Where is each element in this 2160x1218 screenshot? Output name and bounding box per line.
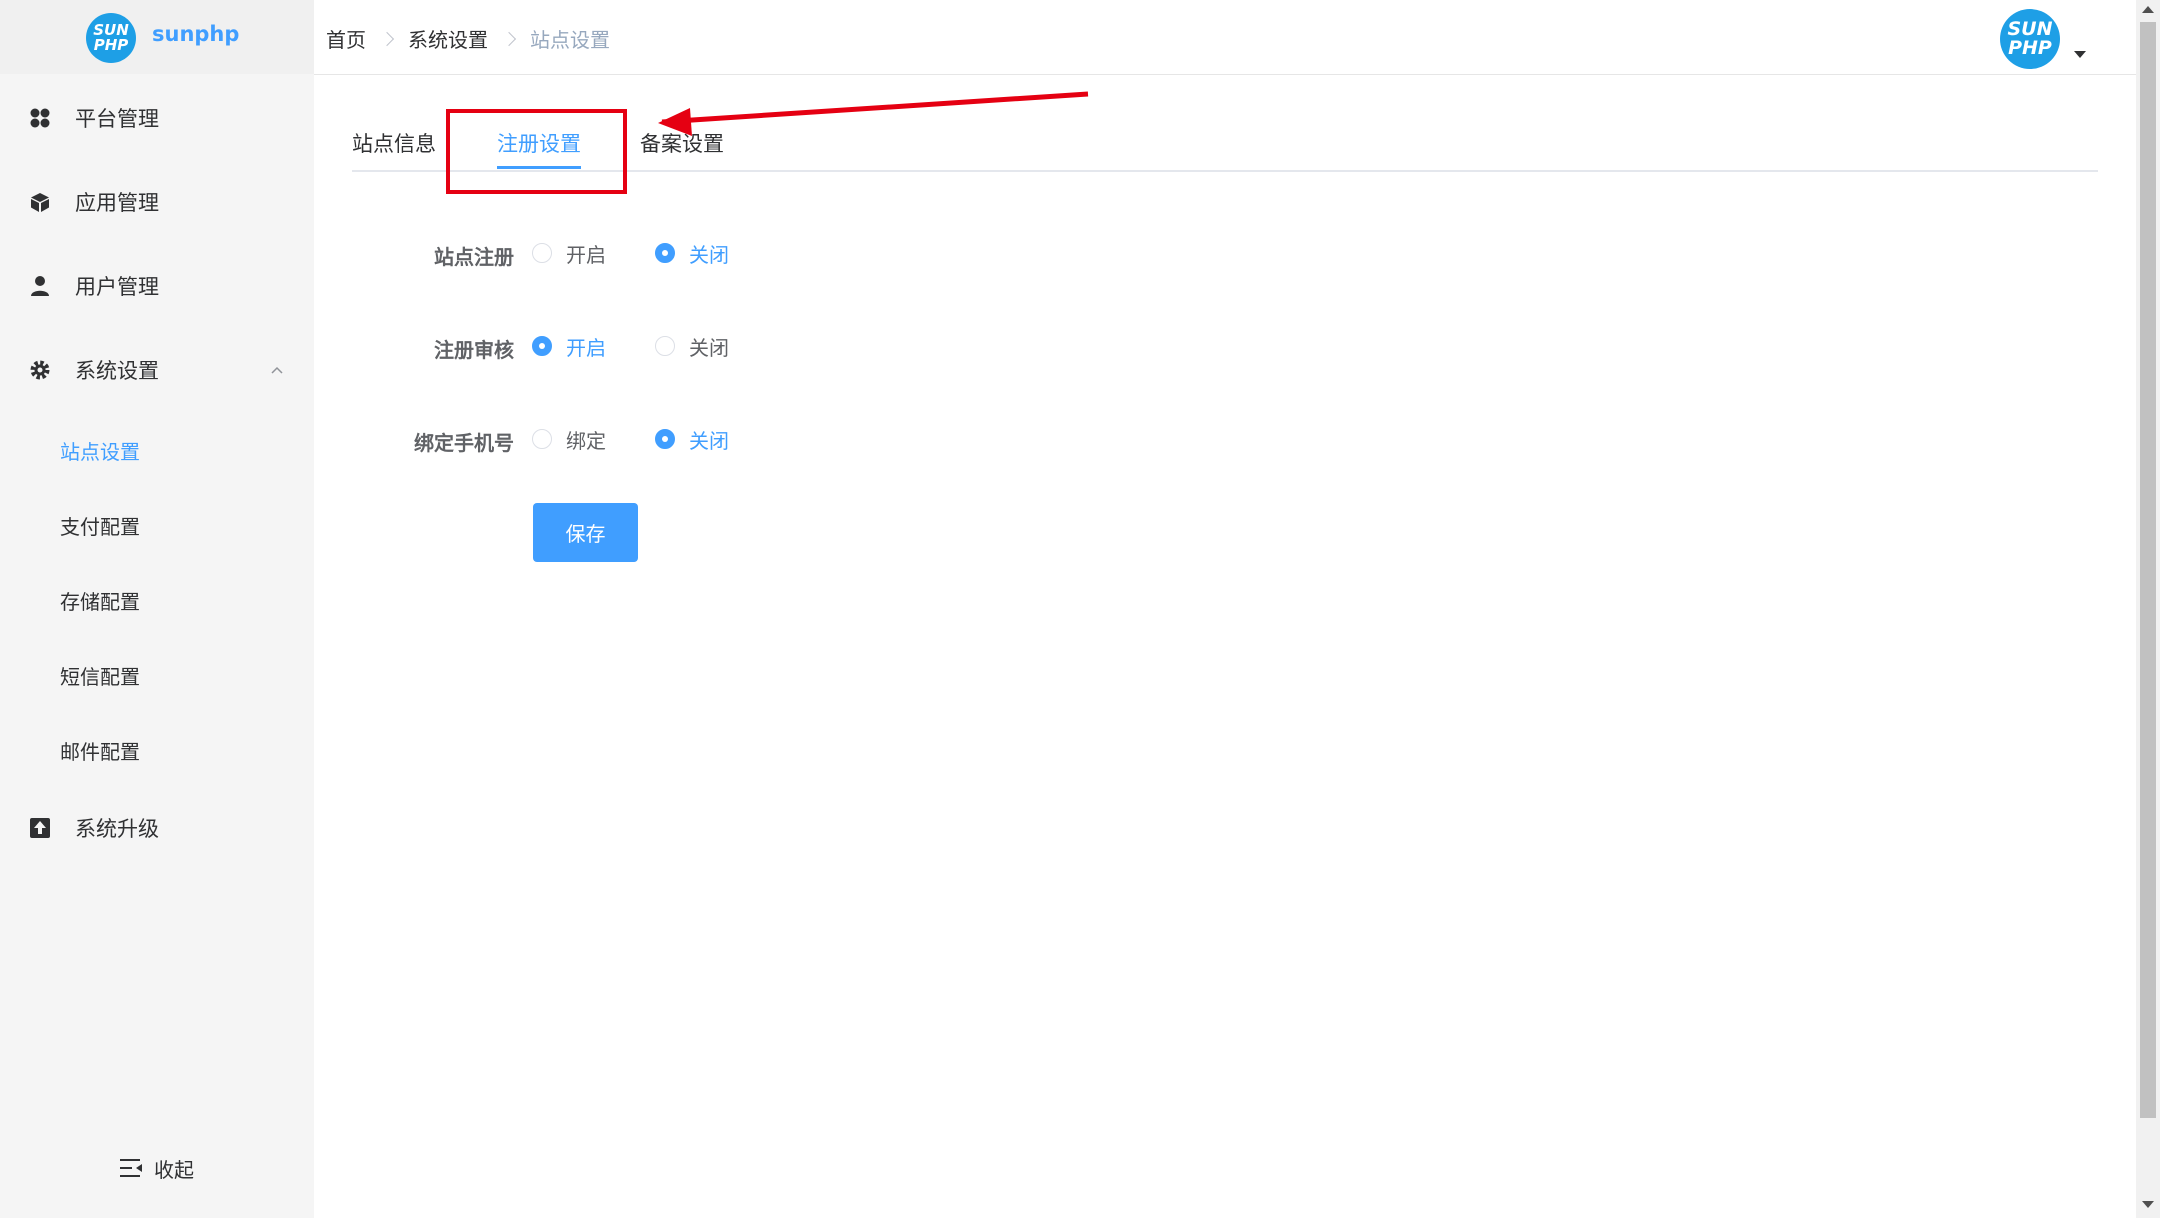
sidebar-item-platform[interactable]: 平台管理	[0, 88, 314, 148]
radio-site-registration-off[interactable]: 关闭	[655, 233, 729, 273]
form-label: 注册审核	[434, 338, 514, 362]
brand: SUN PHP sunphp	[0, 0, 314, 74]
chevron-right-icon	[379, 31, 395, 46]
radio-label: 开启	[566, 335, 606, 360]
sidebar-item-label: 应用管理	[75, 191, 159, 215]
sidebar: SUN PHP sunphp 平台管理 应用管理 用户管理 系统设置 站点设置 …	[0, 0, 314, 1218]
sidebar-item-users[interactable]: 用户管理	[0, 256, 314, 316]
form-row-site-registration: 站点注册 开启 关闭	[352, 233, 952, 273]
form-row-bind-phone: 绑定手机号 绑定 关闭	[352, 419, 952, 459]
save-button[interactable]: 保存	[533, 503, 638, 562]
form-label: 站点注册	[434, 245, 514, 269]
radio-site-registration-on[interactable]: 开启	[532, 233, 606, 273]
menu-fold-icon	[120, 1159, 142, 1177]
brand-logo: SUN PHP	[86, 13, 136, 63]
form-row-registration-review: 注册审核 开启 关闭	[352, 326, 952, 366]
scroll-up-arrow-icon[interactable]	[2142, 6, 2154, 13]
annotation-highlight-box	[446, 109, 627, 194]
collapse-button[interactable]: 收起	[118, 1150, 194, 1186]
radio-circle	[532, 336, 552, 356]
sidebar-item-upgrade[interactable]: 系统升级	[0, 798, 314, 858]
radio-label: 关闭	[689, 428, 729, 453]
upload-icon	[28, 816, 52, 840]
avatar-line2: PHP	[2008, 37, 2052, 59]
radio-circle	[655, 336, 675, 356]
sidebar-item-label: 系统设置	[75, 359, 159, 383]
radio-label: 开启	[566, 242, 606, 267]
annotation-arrow-icon	[658, 91, 1089, 136]
collapse-label: 收起	[154, 1157, 194, 1182]
scroll-down-arrow-icon[interactable]	[2142, 1201, 2154, 1208]
chevron-right-icon	[501, 31, 517, 46]
sidebar-subitem-payment[interactable]: 支付配置	[0, 497, 314, 553]
vertical-scrollbar[interactable]	[2136, 0, 2160, 1218]
sidebar-subitem-label: 邮件配置	[60, 739, 140, 764]
radio-circle	[532, 429, 552, 449]
sidebar-subitem-storage[interactable]: 存储配置	[0, 572, 314, 628]
scrollbar-thumb[interactable]	[2140, 22, 2156, 1118]
radio-registration-review-off[interactable]: 关闭	[655, 326, 729, 366]
sidebar-subitem-label: 存储配置	[60, 589, 140, 614]
radio-circle	[655, 429, 675, 449]
caret-down-icon[interactable]	[2074, 51, 2086, 58]
top-header: 首页 系统设置 站点设置 SUN PHP	[314, 0, 2136, 75]
sidebar-item-label: 平台管理	[75, 107, 159, 131]
breadcrumb-item-current: 站点设置	[530, 28, 610, 52]
radio-label: 关闭	[689, 335, 729, 360]
brand-logo-line2: PHP	[93, 36, 129, 54]
breadcrumb: 首页 系统设置 站点设置	[326, 24, 610, 53]
tab-site-info[interactable]: 站点信息	[352, 128, 436, 158]
sidebar-item-apps[interactable]: 应用管理	[0, 172, 314, 232]
radio-label: 关闭	[689, 242, 729, 267]
radio-label: 绑定	[566, 428, 606, 453]
radio-bind-phone-off[interactable]: 关闭	[655, 419, 729, 459]
radio-circle	[655, 243, 675, 263]
radio-circle	[532, 243, 552, 263]
user-icon	[28, 274, 52, 298]
avatar[interactable]: SUN PHP	[2000, 9, 2060, 69]
sidebar-item-system-settings[interactable]: 系统设置	[0, 340, 314, 400]
sidebar-subitem-label: 短信配置	[60, 664, 140, 689]
breadcrumb-item-home[interactable]: 首页	[326, 24, 366, 53]
chevron-up-icon	[271, 366, 283, 374]
sidebar-subitem-label: 站点设置	[60, 439, 140, 464]
sidebar-subitem-sms[interactable]: 短信配置	[0, 647, 314, 703]
sidebar-subitem-label: 支付配置	[60, 514, 140, 539]
sidebar-subitem-email[interactable]: 邮件配置	[0, 722, 314, 778]
sidebar-subitem-site-settings[interactable]: 站点设置	[0, 422, 314, 478]
gear-icon	[28, 358, 52, 382]
brand-name: sunphp	[152, 22, 240, 46]
sidebar-item-label: 系统升级	[75, 817, 159, 841]
sidebar-item-label: 用户管理	[75, 275, 159, 299]
form-label: 绑定手机号	[414, 431, 514, 455]
cube-icon	[28, 190, 52, 214]
grid-clover-icon	[28, 106, 52, 130]
breadcrumb-item-system-settings[interactable]: 系统设置	[408, 24, 488, 53]
radio-bind-phone-on[interactable]: 绑定	[532, 419, 606, 459]
radio-registration-review-on[interactable]: 开启	[532, 326, 606, 366]
